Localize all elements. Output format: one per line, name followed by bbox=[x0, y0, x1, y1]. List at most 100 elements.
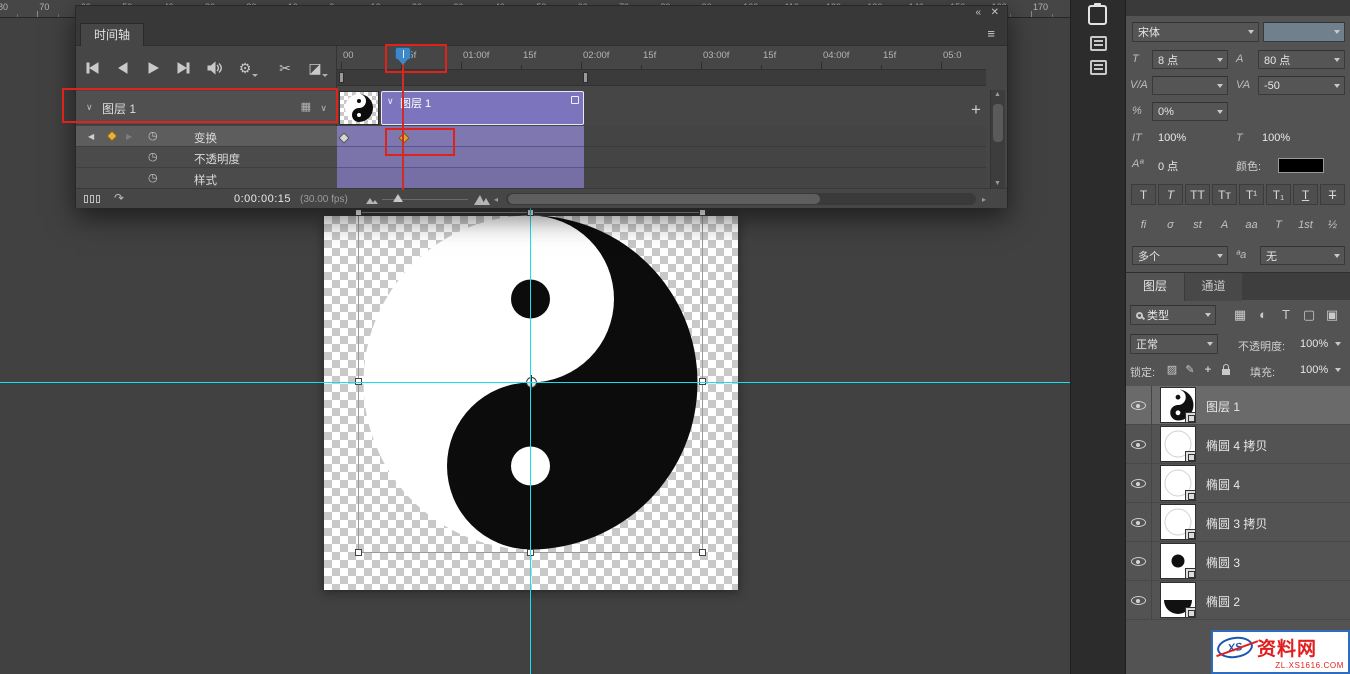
tab-channels[interactable]: 通道 bbox=[1184, 273, 1242, 301]
layer-thumbnail[interactable] bbox=[1160, 465, 1196, 501]
layer-thumbnail[interactable] bbox=[1160, 504, 1196, 540]
text-style-button-smallcaps[interactable]: Tᴛ bbox=[1212, 184, 1237, 205]
property-track-clip-region[interactable] bbox=[337, 147, 584, 168]
font-size-select[interactable]: 8 点 bbox=[1152, 50, 1228, 69]
stopwatch-icon[interactable]: ◷ bbox=[148, 150, 158, 163]
layer-thumbnail[interactable] bbox=[1160, 387, 1196, 423]
previous-frame-button[interactable] bbox=[112, 59, 134, 77]
layer-row[interactable]: 椭圆 2 bbox=[1126, 581, 1350, 620]
opentype-button-ordinals[interactable]: 1st bbox=[1293, 216, 1318, 235]
scroll-left-arrow[interactable]: ◂ bbox=[494, 195, 498, 204]
tracking-select[interactable]: -50 bbox=[1258, 76, 1345, 95]
text-style-button-ul[interactable]: T bbox=[1293, 184, 1318, 205]
horizontal-scroll-thumb[interactable] bbox=[508, 194, 820, 204]
horizontal-scale-field[interactable]: 100% bbox=[1262, 132, 1290, 144]
visibility-gutter[interactable] bbox=[1126, 425, 1152, 464]
work-area-start-handle[interactable] bbox=[339, 72, 344, 83]
vertical-scroll-thumb[interactable] bbox=[993, 104, 1003, 142]
opentype-button-swash[interactable]: A bbox=[1212, 216, 1237, 235]
fill-select[interactable]: 100% bbox=[1294, 360, 1346, 380]
filter-type-layers-icon[interactable]: T bbox=[1276, 305, 1296, 325]
visibility-gutter[interactable] bbox=[1126, 581, 1152, 620]
timeline-horizontal-scrollbar[interactable] bbox=[506, 193, 976, 205]
layer-row[interactable]: 椭圆 3 bbox=[1126, 542, 1350, 581]
visibility-gutter[interactable] bbox=[1126, 542, 1152, 581]
transform-handle-top-right[interactable] bbox=[699, 209, 706, 216]
kerning-select[interactable] bbox=[1152, 76, 1228, 95]
work-area-end-handle[interactable] bbox=[583, 72, 588, 83]
text-color-swatch[interactable] bbox=[1278, 158, 1324, 173]
lock-all-icon[interactable] bbox=[1218, 362, 1234, 378]
baseline-shift-field[interactable]: 0 点 bbox=[1158, 158, 1178, 174]
language-select[interactable]: 多个 bbox=[1132, 246, 1228, 265]
eye-icon[interactable] bbox=[1131, 557, 1146, 566]
horizontal-guide[interactable] bbox=[0, 382, 1070, 383]
timeline-vertical-scrollbar[interactable]: ▲ ▼ bbox=[990, 90, 1005, 188]
property-track-clip-region[interactable] bbox=[337, 168, 584, 189]
mute-audio-button[interactable] bbox=[204, 59, 226, 77]
eye-icon[interactable] bbox=[1131, 596, 1146, 605]
scroll-right-arrow[interactable]: ▸ bbox=[982, 195, 986, 204]
eye-icon[interactable] bbox=[1131, 440, 1146, 449]
filter-adjustment-layers-icon[interactable]: ◐ bbox=[1253, 305, 1273, 325]
split-at-playhead-button[interactable]: ✂ bbox=[274, 59, 296, 77]
property-row-style[interactable]: ◷样式 bbox=[76, 168, 337, 189]
frame-animation-icon[interactable] bbox=[84, 195, 100, 203]
text-style-button-sub[interactable]: T₁ bbox=[1266, 184, 1291, 205]
opentype-button-titling-alt[interactable]: T bbox=[1266, 216, 1291, 235]
layer-row[interactable]: 椭圆 3 拷贝 bbox=[1126, 503, 1350, 542]
layer-row[interactable]: 图层 1 bbox=[1126, 386, 1350, 425]
blend-mode-select[interactable]: 正常 bbox=[1130, 334, 1218, 354]
stopwatch-icon[interactable]: ◷ bbox=[148, 171, 158, 184]
font-style-select[interactable] bbox=[1263, 22, 1345, 42]
proportional-spacing-select[interactable]: 0% bbox=[1152, 102, 1228, 121]
layer-thumbnail[interactable] bbox=[1160, 582, 1196, 618]
opentype-button-fractions[interactable]: ½ bbox=[1320, 216, 1345, 235]
transition-dropdown-arrow[interactable] bbox=[322, 74, 328, 77]
timeline-clip[interactable]: ∨ 图层 1 bbox=[381, 91, 584, 125]
eye-icon[interactable] bbox=[1131, 401, 1146, 410]
text-style-button-caps[interactable]: TT bbox=[1185, 184, 1210, 205]
leading-select[interactable]: 80 点 bbox=[1258, 50, 1345, 69]
text-style-button-i[interactable]: T bbox=[1158, 184, 1183, 205]
play-button[interactable] bbox=[142, 59, 164, 77]
scroll-up-arrow[interactable]: ▲ bbox=[994, 91, 1001, 98]
info-panel-icon[interactable] bbox=[1090, 60, 1107, 75]
tab-layers[interactable]: 图层 bbox=[1126, 273, 1184, 301]
shortcut-arrow-icon[interactable]: ↷ bbox=[114, 191, 124, 205]
layer-row[interactable]: 椭圆 4 bbox=[1126, 464, 1350, 503]
visibility-gutter[interactable] bbox=[1126, 386, 1152, 425]
eye-icon[interactable] bbox=[1131, 479, 1146, 488]
add-media-button[interactable]: + bbox=[971, 100, 981, 120]
text-style-button-sup[interactable]: T¹ bbox=[1239, 184, 1264, 205]
opentype-button-titling[interactable]: st bbox=[1185, 216, 1210, 235]
transform-handle-bottom-right[interactable] bbox=[699, 549, 706, 556]
opacity-select[interactable]: 100% bbox=[1294, 334, 1346, 354]
antialias-select[interactable]: 无 bbox=[1260, 246, 1345, 265]
filter-shape-layers-icon[interactable]: ▢ bbox=[1299, 305, 1319, 325]
properties-panel-icon[interactable] bbox=[1090, 36, 1107, 51]
filter-smart-objects-icon[interactable]: ▣ bbox=[1322, 305, 1342, 325]
zoom-in-icon[interactable] bbox=[474, 193, 490, 205]
zoom-slider-thumb[interactable] bbox=[393, 194, 403, 202]
visibility-gutter[interactable] bbox=[1126, 464, 1152, 503]
property-track-clip-region[interactable] bbox=[337, 126, 584, 147]
go-to-first-frame-button[interactable] bbox=[82, 59, 104, 77]
opentype-button-ligatures[interactable]: fi bbox=[1131, 216, 1156, 235]
zoom-out-icon[interactable] bbox=[366, 196, 378, 204]
opentype-button-stylistic-alt[interactable]: aa bbox=[1239, 216, 1264, 235]
vertical-scale-field[interactable]: 100% bbox=[1158, 132, 1186, 144]
vertical-guide[interactable] bbox=[530, 208, 531, 674]
close-panel-icon[interactable]: ✕ bbox=[991, 7, 999, 18]
property-row-transform[interactable]: ◀▶◷变换 bbox=[76, 126, 337, 147]
text-style-button-b[interactable]: T bbox=[1131, 184, 1156, 205]
timeline-titlebar[interactable]: « ✕ bbox=[76, 6, 1007, 22]
transform-handle-top-left[interactable] bbox=[355, 209, 362, 216]
lock-transparent-pixels-icon[interactable]: ▨ bbox=[1164, 362, 1180, 378]
clip-collapse-chevron[interactable]: ∨ bbox=[387, 96, 394, 107]
panel-menu-icon[interactable]: ≡ bbox=[987, 26, 995, 41]
scroll-down-arrow[interactable]: ▼ bbox=[994, 180, 1001, 187]
lock-image-pixels-icon[interactable]: ✎ bbox=[1182, 362, 1198, 378]
layer-filter-select[interactable]: 类型 bbox=[1130, 305, 1216, 325]
next-frame-button[interactable] bbox=[172, 59, 194, 77]
